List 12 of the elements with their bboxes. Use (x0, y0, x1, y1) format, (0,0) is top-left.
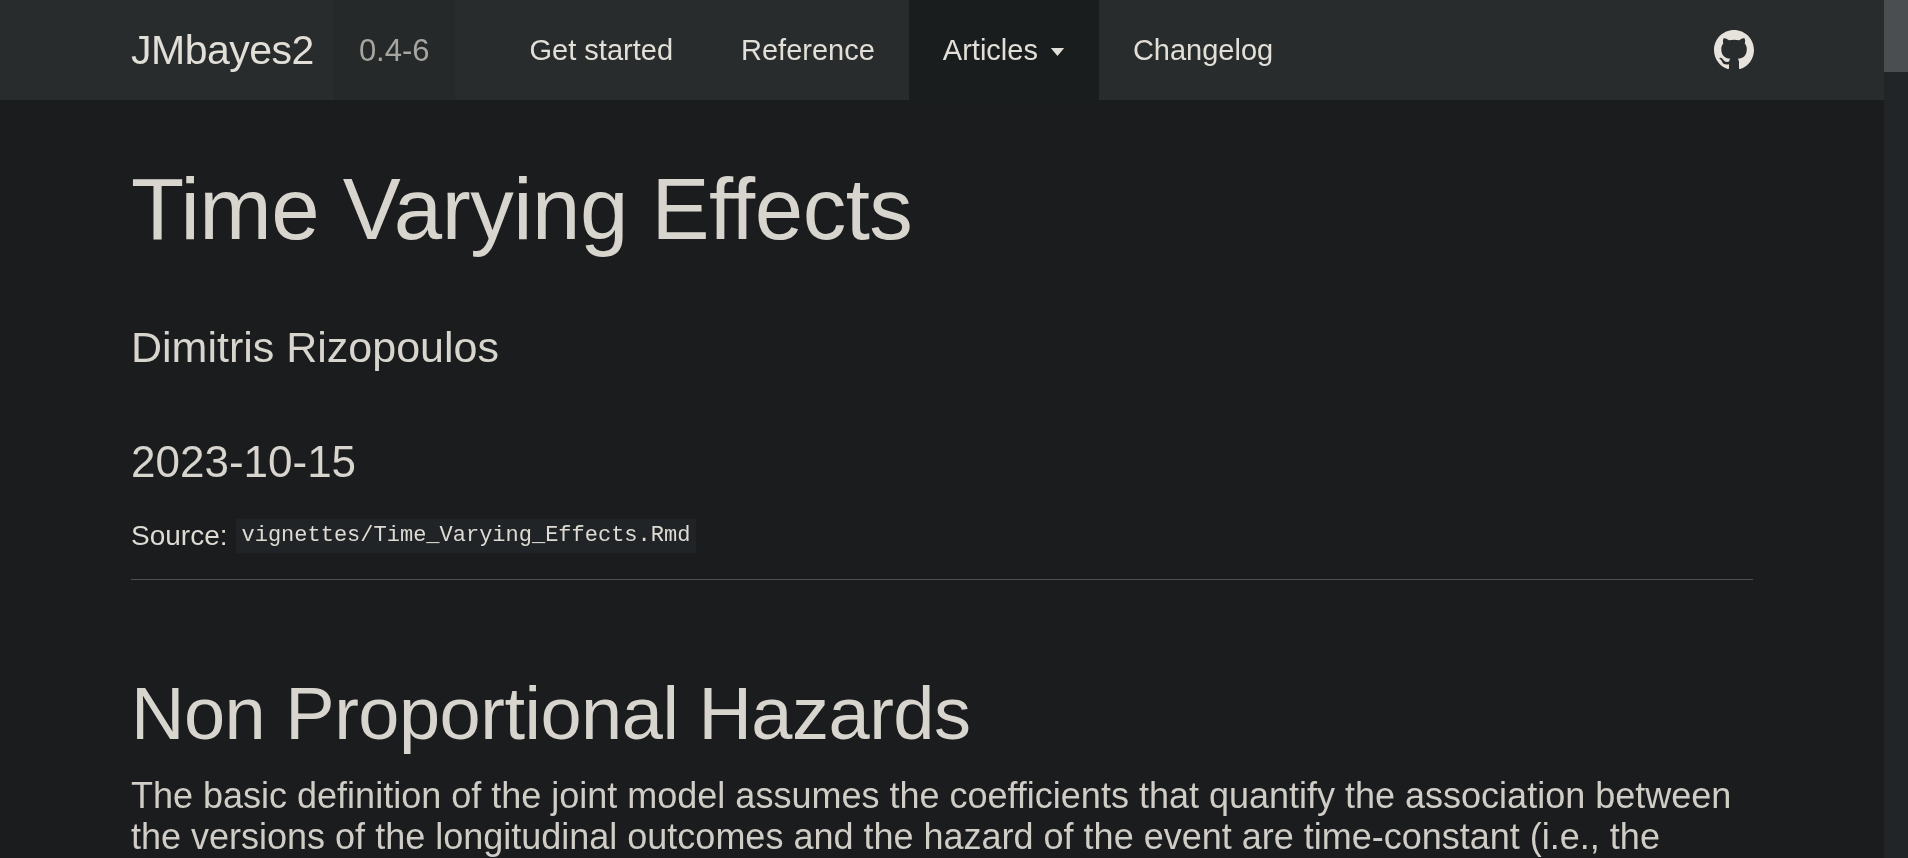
scrollbar-thumb[interactable] (1884, 0, 1908, 72)
source-path[interactable]: vignettes/Time_Varying_Effects.Rmd (235, 518, 697, 553)
dropdown-menu-link[interactable]: Articles (908, 0, 1099, 100)
publish-date: 2023-10-15 (131, 437, 357, 487)
paragraph: The basic definition of the joint model assumes the coefficients that quantify the association between the versions of the longitudinal outcomes and the hazard of the event are time-constant (i.e., the (131, 775, 1733, 857)
page-title: Time Varying Effects (131, 161, 913, 256)
caret-down-icon (1049, 48, 1065, 56)
brand-link[interactable]: JMbayes2 (131, 29, 314, 71)
section-heading: Non Proportional Hazards (131, 673, 971, 755)
author-name: Dimitris Rizopoulos (131, 322, 499, 372)
source-label: Source: (131, 521, 228, 550)
github-icon[interactable] (1714, 30, 1754, 70)
